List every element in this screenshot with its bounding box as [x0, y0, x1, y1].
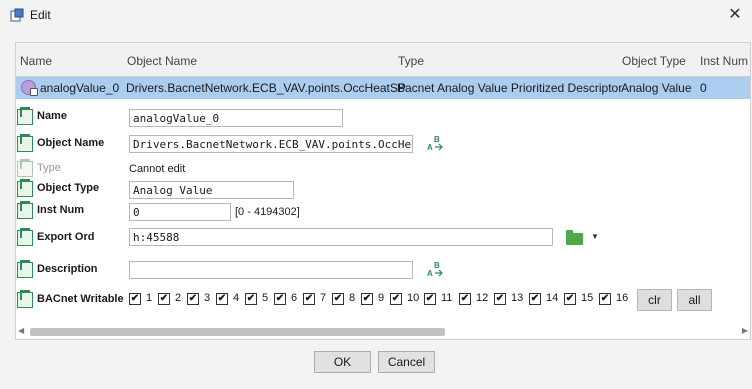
cell-object-type: Analog Value — [621, 81, 692, 95]
name-label: Name — [37, 110, 67, 122]
svg-text:A: A — [427, 269, 433, 277]
writable-checkbox-6[interactable]: ✔ — [274, 293, 286, 305]
prop-object-type: Object Type — [17, 179, 127, 198]
writable-checkbox-label: 10 — [407, 292, 420, 304]
writable-checkbox-8[interactable]: ✔ — [332, 293, 344, 305]
writable-checkbox-label: 16 — [616, 292, 629, 304]
edit-app-icon — [10, 8, 24, 22]
column-header-object-type[interactable]: Object Type — [622, 54, 686, 68]
prop-type: Type — [17, 159, 127, 178]
ok-button[interactable]: OK — [314, 351, 371, 373]
writable-checkbox-label: 6 — [291, 292, 298, 304]
writable-checkbox-4[interactable]: ✔ — [216, 293, 228, 305]
writable-checkbox-row: ✔ 1 ✔ 2 ✔ 3 ✔ 4 ✔ 5 ✔ 6 ✔ 7 ✔ 8 ✔ 9 ✔ 10 ✔ 11 ✔ 12 ✔ 13 ✔ 14 ✔ 15 ✔ 16 — [129, 291, 629, 309]
writable-checkbox-13[interactable]: ✔ — [494, 293, 506, 305]
cell-name: analogValue_0 — [40, 81, 120, 95]
export-ord-field[interactable]: h:45588 — [129, 228, 553, 246]
property-slot-icon — [17, 159, 33, 177]
property-slot-icon — [17, 201, 33, 219]
close-button[interactable]: ✕ — [722, 4, 748, 26]
writable-checkbox-16[interactable]: ✔ — [599, 293, 611, 305]
writable-checkbox-label: 12 — [476, 292, 489, 304]
prop-export-ord: Export Ord — [17, 228, 127, 247]
writable-checkbox-label: 2 — [175, 292, 182, 304]
point-badge-icon — [30, 88, 38, 96]
inst-num-label: Inst Num — [37, 204, 85, 216]
cell-inst-num: 0 — [700, 81, 707, 95]
ab-rename-icon[interactable]: BA — [426, 135, 444, 152]
cell-type: Bacnet Analog Value Prioritized Descript… — [397, 81, 623, 95]
property-slot-icon — [17, 228, 33, 246]
writable-checkbox-label: 13 — [511, 292, 524, 304]
writable-checkbox-label: 14 — [546, 292, 559, 304]
column-header-name[interactable]: Name — [20, 54, 52, 68]
writable-checkbox-7[interactable]: ✔ — [303, 293, 315, 305]
scroll-right-icon[interactable]: ▶ — [742, 326, 748, 335]
bacnet-writable-label: BACnet Writable — [37, 293, 124, 305]
cell-object-name: Drivers.BacnetNetwork.ECB_VAV.points.Occ… — [126, 81, 406, 95]
writable-checkbox-label: 4 — [233, 292, 240, 304]
prop-name: Name — [17, 107, 127, 126]
prop-inst-num: Inst Num — [17, 201, 127, 220]
writable-checkbox-12[interactable]: ✔ — [459, 293, 471, 305]
writable-checkbox-label: 9 — [378, 292, 385, 304]
description-label: Description — [37, 263, 98, 275]
writable-checkbox-label: 15 — [581, 292, 594, 304]
inst-num-field[interactable]: 0 — [129, 203, 231, 221]
property-slot-icon — [17, 134, 33, 152]
property-slot-icon — [17, 290, 33, 308]
title-bar: Edit ✕ — [0, 0, 752, 30]
writable-checkbox-10[interactable]: ✔ — [390, 293, 402, 305]
clear-button[interactable]: clr — [637, 289, 672, 311]
writable-checkbox-label: 7 — [320, 292, 327, 304]
object-name-field[interactable]: Drivers.BacnetNetwork.ECB_VAV.points.Occ… — [129, 135, 413, 153]
prop-bacnet-writable: BACnet Writable — [17, 290, 127, 309]
folder-icon[interactable] — [566, 230, 583, 245]
window-title: Edit — [30, 8, 51, 22]
property-slot-icon — [17, 107, 33, 125]
writable-checkbox-15[interactable]: ✔ — [564, 293, 576, 305]
horizontal-scrollbar[interactable]: ◀ ▶ — [16, 324, 750, 338]
writable-checkbox-3[interactable]: ✔ — [187, 293, 199, 305]
object-type-field[interactable]: Analog Value — [129, 181, 294, 199]
table-row[interactable]: analogValue_0 Drivers.BacnetNetwork.ECB_… — [16, 77, 750, 99]
inst-num-range: [0 - 4194302] — [235, 206, 300, 218]
property-slot-icon — [17, 260, 33, 278]
writable-checkbox-9[interactable]: ✔ — [361, 293, 373, 305]
writable-checkbox-label: 5 — [262, 292, 269, 304]
svg-text:A: A — [427, 143, 433, 151]
column-header-type[interactable]: Type — [398, 54, 424, 68]
prop-description: Description — [17, 260, 127, 279]
writable-checkbox-label: 11 — [441, 292, 453, 304]
edit-panel: Name Object Name Type Object Type Inst N… — [15, 42, 751, 340]
scroll-left-icon[interactable]: ◀ — [18, 326, 24, 335]
ab-rename-icon[interactable]: BA — [426, 261, 444, 278]
svg-text:B: B — [434, 135, 440, 144]
prop-object-name: Object Name — [17, 134, 127, 153]
type-value: Cannot edit — [129, 163, 186, 175]
column-header-inst-num[interactable]: Inst Num — [700, 54, 748, 68]
writable-checkbox-label: 8 — [349, 292, 356, 304]
writable-checkbox-1[interactable]: ✔ — [129, 293, 141, 305]
object-type-label: Object Type — [37, 182, 100, 194]
writable-checkbox-11[interactable]: ✔ — [424, 293, 436, 305]
type-label: Type — [37, 162, 61, 174]
writable-checkbox-label: 3 — [204, 292, 211, 304]
writable-checkbox-5[interactable]: ✔ — [245, 293, 257, 305]
table-header: Name Object Name Type Object Type Inst N… — [16, 43, 750, 77]
chevron-down-icon[interactable]: ▼ — [591, 232, 599, 241]
name-field[interactable]: analogValue_0 — [129, 109, 343, 127]
all-button[interactable]: all — [677, 289, 712, 311]
writable-checkbox-2[interactable]: ✔ — [158, 293, 170, 305]
export-ord-label: Export Ord — [37, 231, 95, 243]
column-header-object-name[interactable]: Object Name — [127, 54, 197, 68]
object-name-label: Object Name — [37, 137, 105, 149]
property-slot-icon — [17, 179, 33, 197]
cancel-button[interactable]: Cancel — [378, 351, 435, 373]
scrollbar-thumb[interactable] — [30, 328, 445, 336]
writable-checkbox-label: 1 — [146, 292, 153, 304]
svg-text:B: B — [434, 261, 440, 270]
writable-checkbox-14[interactable]: ✔ — [529, 293, 541, 305]
description-field[interactable] — [129, 261, 413, 279]
